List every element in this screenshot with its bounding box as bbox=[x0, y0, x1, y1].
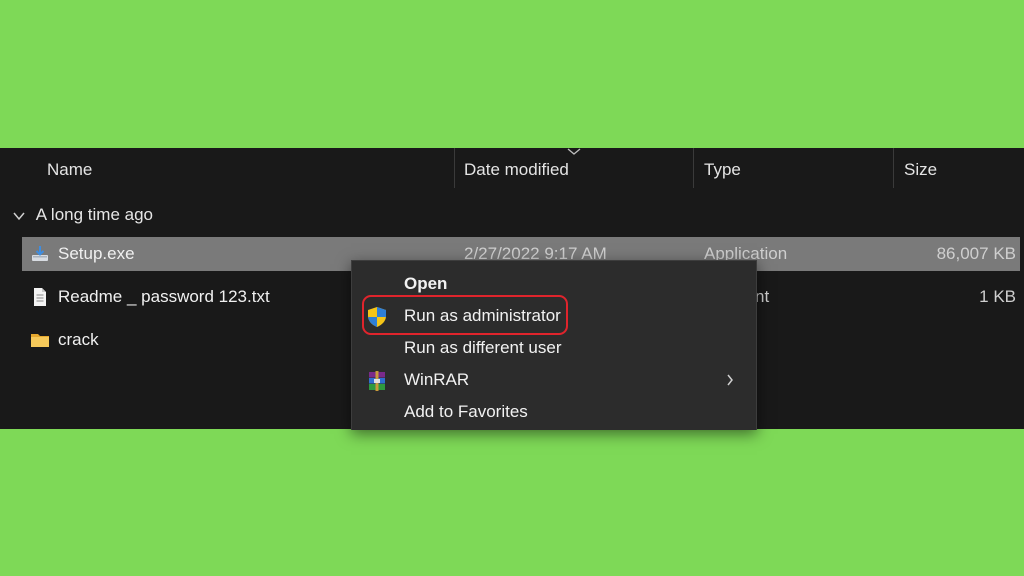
column-date-modified[interactable]: Date modified bbox=[464, 148, 569, 192]
context-menu: Open Run as administrator Run as differe… bbox=[351, 260, 757, 430]
menu-item-run-as-different-user[interactable]: Run as different user bbox=[360, 332, 748, 364]
file-name: Readme _ password 123.txt bbox=[58, 287, 270, 306]
annotation-highlight-box bbox=[362, 295, 568, 335]
column-divider[interactable] bbox=[893, 148, 894, 188]
menu-item-winrar[interactable]: WinRAR bbox=[360, 364, 748, 396]
text-file-icon bbox=[34, 288, 46, 306]
menu-item-add-to-favorites[interactable]: Add to Favorites bbox=[360, 396, 748, 428]
winrar-icon bbox=[369, 371, 385, 391]
menu-item-label: WinRAR bbox=[404, 370, 470, 389]
menu-item-label: Add to Favorites bbox=[404, 402, 528, 421]
installer-icon bbox=[32, 246, 48, 261]
folder-icon bbox=[31, 334, 49, 347]
column-name[interactable]: Name bbox=[47, 148, 92, 192]
column-divider[interactable] bbox=[693, 148, 694, 188]
column-size[interactable]: Size bbox=[904, 148, 937, 192]
file-name: Setup.exe bbox=[58, 244, 135, 263]
column-divider[interactable] bbox=[454, 148, 455, 188]
file-size: 86,007 KB bbox=[936, 244, 1016, 263]
chevron-right-icon bbox=[727, 374, 733, 386]
group-header[interactable]: A long time ago bbox=[12, 200, 153, 230]
column-header: Name Date modified Type Size bbox=[0, 148, 1024, 192]
group-label: A long time ago bbox=[35, 205, 153, 224]
file-name: crack bbox=[58, 330, 99, 349]
chevron-down-icon bbox=[13, 212, 25, 220]
file-size: 1 KB bbox=[979, 287, 1016, 306]
column-type[interactable]: Type bbox=[704, 148, 741, 192]
menu-item-label: Run as different user bbox=[404, 338, 562, 357]
sort-descending-icon bbox=[567, 148, 581, 155]
